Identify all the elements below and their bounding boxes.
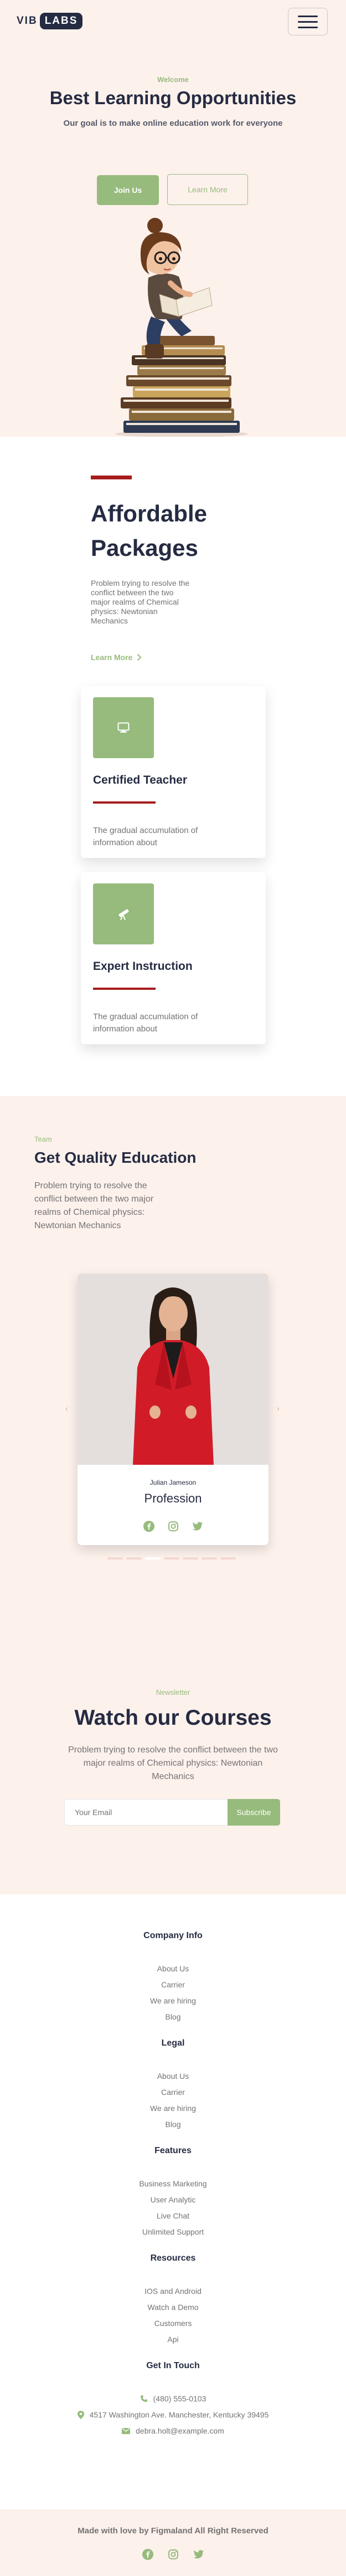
footer-link[interactable]: Api	[0, 2335, 346, 2344]
footer-link[interactable]: Unlimited Support	[0, 2227, 346, 2236]
section-accent-bar	[91, 476, 132, 479]
footer-link[interactable]: Carrier	[0, 2088, 346, 2097]
footer-link[interactable]: Blog	[0, 2012, 346, 2021]
site-header: VIB LABS	[0, 0, 346, 42]
package-card[interactable]: Certified Teacher The gradual accumulati…	[81, 686, 266, 858]
newsletter-description: Problem trying to resolve the conflict b…	[68, 1745, 278, 1781]
footer-link[interactable]: Carrier	[0, 1980, 346, 1989]
logo-text: VIB	[17, 15, 38, 27]
hero-subtitle: Our goal is to make online education wor…	[63, 119, 283, 128]
join-us-button[interactable]: Join Us	[97, 175, 159, 205]
footer-heading: Legal	[161, 2038, 185, 2048]
carousel-dot[interactable]	[126, 1557, 142, 1560]
carousel-dot[interactable]	[202, 1557, 217, 1560]
footer-link[interactable]: User Analytic	[0, 2195, 346, 2204]
package-card-text: The gradual accumulation of information …	[93, 1012, 198, 1034]
package-card-title: Certified Teacher	[93, 774, 187, 786]
carousel-dot[interactable]	[107, 1557, 123, 1560]
team-member-role: Profession	[144, 1491, 202, 1505]
newsletter-eyebrow: Newsletter	[156, 1688, 190, 1696]
team-section: Team Get Quality Education Problem tryin…	[0, 1096, 346, 1650]
carousel-indicators	[72, 1557, 271, 1560]
card-accent-bar	[93, 988, 156, 990]
footer-link[interactable]: About Us	[0, 2072, 346, 2081]
hero-section: Welcome Best Learning Opportunities Our …	[0, 42, 346, 437]
carousel-next-icon[interactable]: ›	[277, 1404, 280, 1413]
footer-heading: Features	[154, 2146, 192, 2155]
team-member-social	[78, 1520, 268, 1532]
logo[interactable]: VIB LABS	[17, 11, 83, 31]
footer-email[interactable]: debra.holt@example.com	[0, 2426, 346, 2435]
carousel-dot[interactable]	[220, 1557, 236, 1560]
twitter-icon[interactable]	[193, 2548, 205, 2560]
facebook-icon[interactable]	[142, 2548, 154, 2560]
phone-icon	[140, 2395, 147, 2402]
footer-link[interactable]: Live Chat	[0, 2211, 346, 2220]
newsletter-title: Watch our Courses	[74, 1706, 272, 1730]
instagram-icon[interactable]	[167, 2548, 179, 2560]
newsletter-section: Newsletter Watch our Courses Problem try…	[0, 1650, 346, 1894]
packages-description: Problem trying to resolve the conflict b…	[91, 579, 190, 625]
footer-phone-text: (480) 555-0103	[153, 2394, 206, 2403]
footer-link[interactable]: Customers	[0, 2319, 346, 2328]
site-footer: Company Info About Us Carrier We are hir…	[0, 1894, 346, 2509]
footer-heading: Company Info	[143, 1931, 203, 1940]
footer-email-text: debra.holt@example.com	[136, 2426, 224, 2435]
instagram-icon[interactable]	[167, 1520, 179, 1532]
package-card-title: Expert Instruction	[93, 960, 193, 973]
footer-link[interactable]: We are hiring	[0, 1996, 346, 2005]
footer-link[interactable]: About Us	[0, 1964, 346, 1973]
footer-phone[interactable]: (480) 555-0103	[0, 2394, 346, 2403]
card-accent-bar	[93, 801, 156, 804]
carousel-prev-icon[interactable]: ‹	[65, 1404, 68, 1413]
hamburger-icon[interactable]	[288, 8, 328, 35]
footer-heading: Resources	[150, 2253, 196, 2263]
monitor-icon	[93, 697, 154, 758]
girl-reading-on-books-illustration	[115, 218, 248, 437]
footer-address[interactable]: 4517 Washington Ave. Manchester, Kentuck…	[0, 2410, 346, 2419]
hero-eyebrow: Welcome	[157, 75, 189, 84]
copyright-text: Made with love by Figmaland All Right Re…	[78, 2526, 268, 2536]
subscribe-button[interactable]: Subscribe	[228, 1799, 280, 1826]
carousel-dot[interactable]	[164, 1557, 179, 1560]
packages-title-line1: Affordable	[91, 500, 207, 527]
footer-heading: Get In Touch	[146, 2361, 200, 2370]
footer-address-text: 4517 Washington Ave. Manchester, Kentuck…	[89, 2410, 269, 2419]
team-member-photo	[78, 1274, 268, 1465]
package-card-text: The gradual accumulation of information …	[93, 826, 198, 847]
newsletter-form: Subscribe	[64, 1799, 280, 1826]
footer-link[interactable]: We are hiring	[0, 2104, 346, 2113]
packages-title: Affordable Packages	[91, 497, 207, 565]
team-title: Get Quality Education	[34, 1149, 197, 1166]
carousel-dot-active[interactable]	[145, 1557, 161, 1560]
packages-title-line2: Packages	[91, 535, 198, 561]
chevron-right-icon	[137, 653, 142, 661]
footer-social	[0, 2548, 346, 2560]
team-description: Problem trying to resolve the conflict b…	[34, 1181, 154, 1230]
packages-learn-more-label: Learn More	[91, 653, 133, 662]
facebook-icon[interactable]	[143, 1520, 155, 1532]
packages-section: Affordable Packages Problem trying to re…	[0, 437, 346, 1096]
team-member-name: Julian Jameson	[149, 1479, 197, 1486]
email-icon	[122, 2427, 131, 2434]
telescope-icon	[93, 883, 154, 944]
footer-link[interactable]: IOS and Android	[0, 2287, 346, 2296]
packages-learn-more-link[interactable]: Learn More	[91, 653, 142, 662]
twitter-icon[interactable]	[192, 1520, 204, 1532]
carousel-dot[interactable]	[183, 1557, 198, 1560]
footer-link[interactable]: Business Marketing	[0, 2179, 346, 2188]
email-field[interactable]	[64, 1799, 228, 1826]
footer-link[interactable]: Watch a Demo	[0, 2303, 346, 2312]
hero-title: Best Learning Opportunities	[49, 88, 297, 108]
logo-badge: LABS	[39, 13, 83, 29]
location-icon	[77, 2410, 84, 2419]
team-eyebrow: Team	[34, 1135, 52, 1143]
package-card[interactable]: Expert Instruction The gradual accumulat…	[81, 872, 266, 1044]
team-member-card[interactable]: Julian Jameson Profession	[78, 1274, 268, 1545]
learn-more-button[interactable]: Learn More	[167, 174, 248, 205]
footer-link[interactable]: Blog	[0, 2120, 346, 2129]
footer-bottom-bar: Made with love by Figmaland All Right Re…	[0, 2509, 346, 2576]
